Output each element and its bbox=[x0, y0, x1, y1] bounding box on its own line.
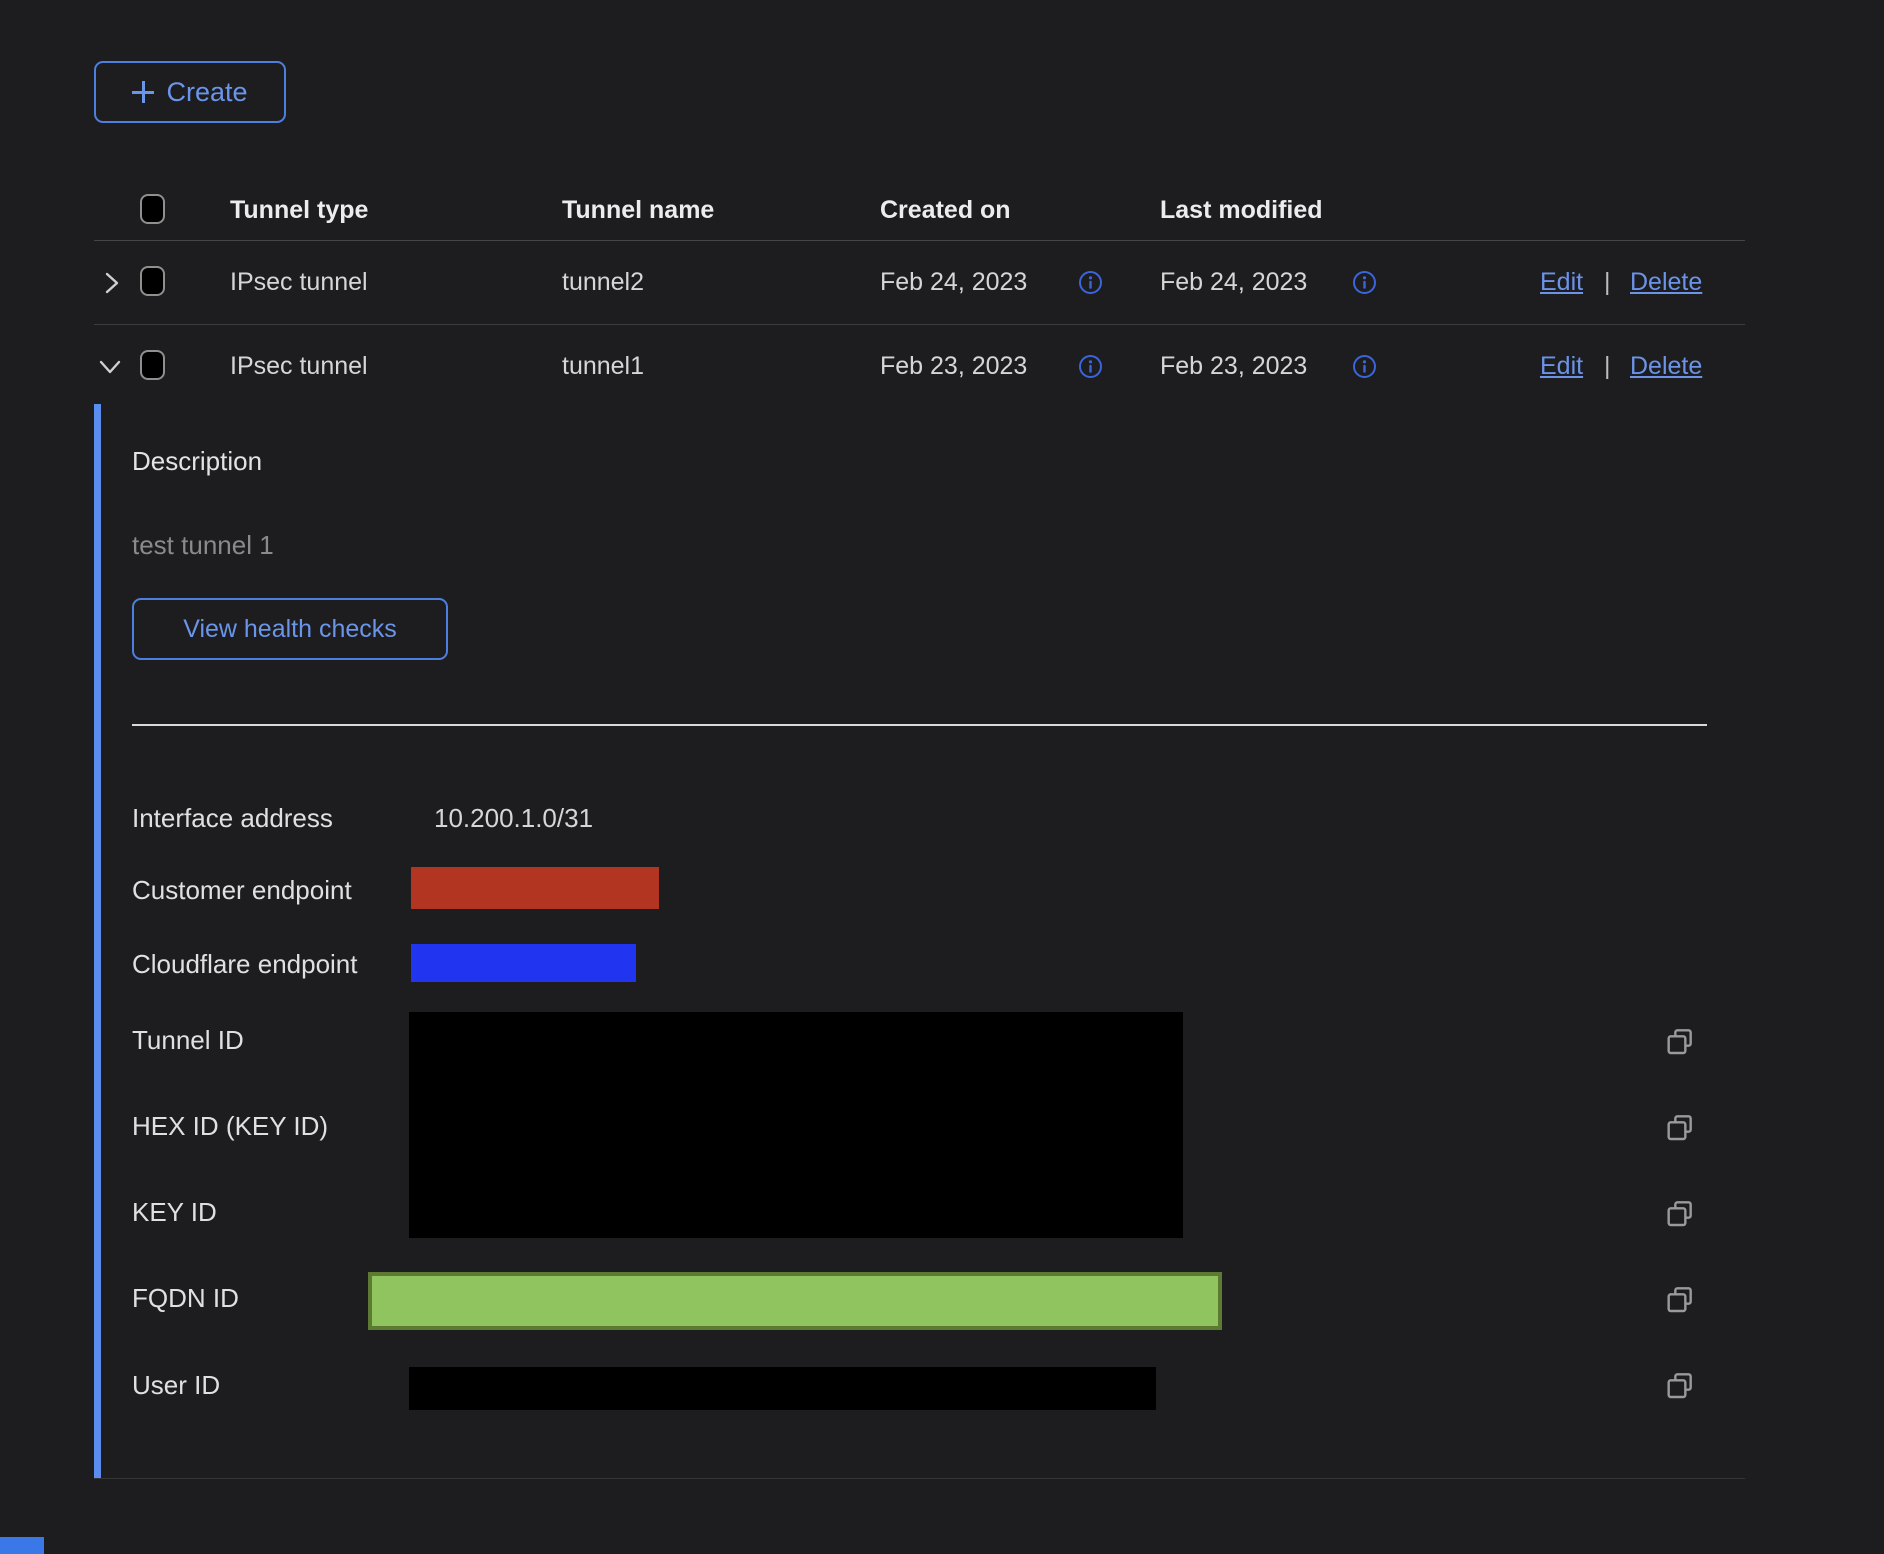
row-divider bbox=[94, 324, 1745, 325]
row-tunnel-name: tunnel1 bbox=[562, 352, 644, 381]
interface-address-label: Interface address bbox=[132, 803, 333, 834]
row-checkbox-tunnel1[interactable] bbox=[140, 350, 165, 380]
row-created-on: Feb 23, 2023 bbox=[880, 352, 1027, 381]
cloudflare-endpoint-label: Cloudflare endpoint bbox=[132, 949, 358, 980]
copy-icon[interactable] bbox=[1664, 1024, 1696, 1058]
ids-redacted-values bbox=[409, 1012, 1183, 1238]
key-id-label: KEY ID bbox=[132, 1197, 217, 1228]
plus-icon bbox=[132, 81, 154, 103]
edit-link-tunnel2[interactable]: Edit bbox=[1540, 268, 1583, 297]
header-last-modified: Last modified bbox=[1160, 196, 1323, 225]
row-checkbox-tunnel2[interactable] bbox=[140, 266, 165, 296]
copy-icon[interactable] bbox=[1664, 1282, 1696, 1316]
view-health-checks-button[interactable]: View health checks bbox=[132, 598, 448, 660]
chevron-down-icon[interactable] bbox=[96, 354, 122, 380]
bottom-edge-partial-element[interactable] bbox=[0, 1537, 44, 1554]
copy-icon[interactable] bbox=[1664, 1110, 1696, 1144]
row-tunnel-type: IPsec tunnel bbox=[230, 352, 368, 381]
user-id-redacted-value bbox=[409, 1367, 1156, 1410]
select-all-checkbox[interactable] bbox=[140, 194, 165, 224]
create-button[interactable]: Create bbox=[94, 61, 286, 123]
header-created-on: Created on bbox=[880, 196, 1011, 225]
interface-address-value: 10.200.1.0/31 bbox=[434, 803, 593, 834]
row-last-modified: Feb 23, 2023 bbox=[1160, 352, 1307, 381]
customer-endpoint-label: Customer endpoint bbox=[132, 875, 352, 906]
fqdn-id-redacted-value bbox=[368, 1272, 1222, 1330]
user-id-label: User ID bbox=[132, 1370, 220, 1401]
delete-link-tunnel2[interactable]: Delete bbox=[1630, 268, 1702, 297]
fqdn-id-label: FQDN ID bbox=[132, 1283, 239, 1314]
info-icon[interactable] bbox=[1352, 270, 1377, 295]
delete-link-tunnel1[interactable]: Delete bbox=[1630, 352, 1702, 381]
description-value: test tunnel 1 bbox=[132, 530, 274, 561]
info-icon[interactable] bbox=[1352, 354, 1377, 379]
expanded-panel-accent-bar bbox=[94, 404, 101, 1478]
edit-link-tunnel1[interactable]: Edit bbox=[1540, 352, 1583, 381]
create-button-label: Create bbox=[166, 77, 247, 108]
header-divider bbox=[94, 240, 1745, 241]
header-tunnel-type: Tunnel type bbox=[230, 196, 368, 225]
view-health-checks-label: View health checks bbox=[183, 615, 397, 644]
copy-icon[interactable] bbox=[1664, 1196, 1696, 1230]
description-label: Description bbox=[132, 446, 262, 477]
cloudflare-endpoint-redacted-value bbox=[411, 944, 636, 982]
row-tunnel-name: tunnel2 bbox=[562, 268, 644, 297]
action-separator: | bbox=[1604, 268, 1611, 297]
copy-icon[interactable] bbox=[1664, 1368, 1696, 1402]
row-last-modified: Feb 24, 2023 bbox=[1160, 268, 1307, 297]
table-bottom-divider bbox=[94, 1478, 1745, 1479]
row-tunnel-type: IPsec tunnel bbox=[230, 268, 368, 297]
row-created-on: Feb 24, 2023 bbox=[880, 268, 1027, 297]
header-tunnel-name: Tunnel name bbox=[562, 196, 714, 225]
info-icon[interactable] bbox=[1078, 354, 1103, 379]
tunnel-id-label: Tunnel ID bbox=[132, 1025, 244, 1056]
action-separator: | bbox=[1604, 352, 1611, 381]
info-icon[interactable] bbox=[1078, 270, 1103, 295]
customer-endpoint-redacted-value bbox=[411, 867, 659, 909]
hex-id-label: HEX ID (KEY ID) bbox=[132, 1111, 328, 1142]
section-divider bbox=[132, 724, 1707, 726]
chevron-right-icon[interactable] bbox=[98, 270, 124, 296]
